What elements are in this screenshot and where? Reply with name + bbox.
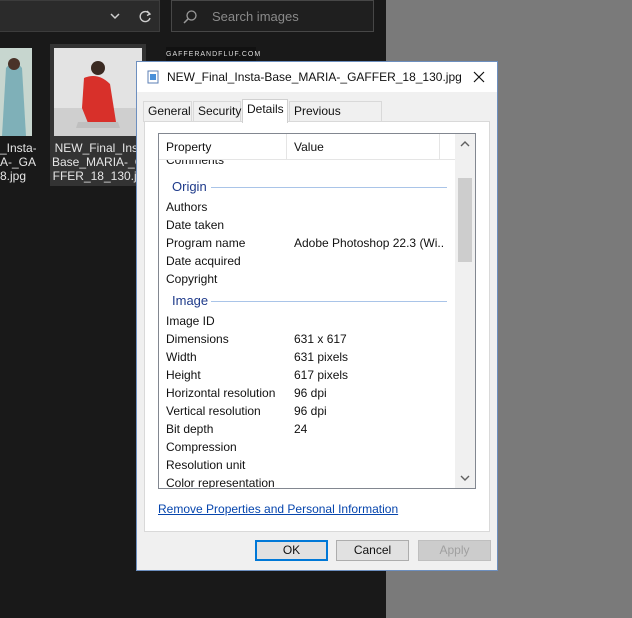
property-name: Date taken xyxy=(166,218,225,232)
chevron-down-icon[interactable] xyxy=(108,9,122,23)
dialog-title: NEW_Final_Insta-Base_MARIA-_GAFFER_18_13… xyxy=(167,70,465,84)
refresh-icon[interactable] xyxy=(137,9,153,25)
property-value: Adobe Photoshop 22.3 (Wi... xyxy=(294,236,444,250)
property-name: Color representation xyxy=(166,476,275,488)
property-name: Width xyxy=(166,350,197,364)
tab-general[interactable]: General xyxy=(143,101,192,122)
list-item[interactable]: Compression xyxy=(159,438,455,456)
list-item[interactable]: Color representation xyxy=(159,474,455,488)
list-item[interactable]: Comments xyxy=(159,160,455,169)
list-item[interactable]: Width 631 pixels xyxy=(159,348,455,366)
apply-button[interactable]: Apply xyxy=(418,540,491,561)
close-button[interactable] xyxy=(461,62,497,92)
search-icon xyxy=(183,10,197,24)
property-value: 24 xyxy=(294,422,308,436)
scroll-down-icon[interactable] xyxy=(460,474,470,482)
list-item[interactable]: Authors xyxy=(159,198,455,216)
thumbnail-image xyxy=(0,48,32,136)
image-thumbnail[interactable] xyxy=(54,48,142,136)
group-name: Origin xyxy=(172,179,207,194)
list-item[interactable]: Height 617 pixels xyxy=(159,366,455,384)
image-file-icon xyxy=(147,70,159,84)
address-bar[interactable] xyxy=(0,0,160,32)
search-placeholder: Search images xyxy=(212,9,299,24)
column-header-value[interactable]: Value xyxy=(287,134,440,160)
scrollbar-thumb[interactable] xyxy=(458,178,472,262)
list-item[interactable]: Horizontal resolution 96 dpi xyxy=(159,384,455,402)
thumbnail-label[interactable]: _Insta- A-_GA 8.jpg xyxy=(0,141,36,183)
list-item[interactable]: Date taken xyxy=(159,216,455,234)
list-item[interactable]: Vertical resolution 96 dpi xyxy=(159,402,455,420)
title-bar[interactable]: NEW_Final_Insta-Base_MARIA-_GAFFER_18_13… xyxy=(137,62,497,92)
list-item[interactable]: Copyright xyxy=(159,270,455,288)
thumbnail-label[interactable]: NEW_Final_Inst Base_MARIA-_G FFER_18_130… xyxy=(52,141,144,183)
property-name: Comments xyxy=(166,160,225,167)
property-name: Authors xyxy=(166,200,208,214)
property-value: 631 x 617 xyxy=(294,332,347,346)
list-item[interactable]: Program name Adobe Photoshop 22.3 (Wi... xyxy=(159,234,455,252)
property-name: Dimensions xyxy=(166,332,229,346)
column-header-property[interactable]: Property xyxy=(159,134,287,160)
list-item[interactable]: Dimensions 631 x 617 xyxy=(159,330,455,348)
group-header-origin: Origin xyxy=(159,178,455,196)
thumbnail-image xyxy=(54,48,142,136)
property-name: Vertical resolution xyxy=(166,404,261,418)
search-box[interactable]: Search images xyxy=(171,0,374,32)
list-body: Comments Origin Authors Date taken Progr… xyxy=(159,160,455,488)
property-name: Image ID xyxy=(166,314,215,328)
tab-previous-versions[interactable]: Previous Versions xyxy=(289,101,382,137)
property-value: 631 pixels xyxy=(294,350,349,364)
remove-properties-link[interactable]: Remove Properties and Personal Informati… xyxy=(158,502,398,516)
cancel-button[interactable]: Cancel xyxy=(336,540,409,561)
property-name: Height xyxy=(166,368,201,382)
image-thumbnail[interactable] xyxy=(0,48,32,136)
close-icon xyxy=(473,71,485,83)
property-name: Horizontal resolution xyxy=(166,386,276,400)
ok-button[interactable]: OK xyxy=(255,540,328,561)
property-value: 96 dpi xyxy=(294,386,327,400)
property-name: Resolution unit xyxy=(166,458,246,472)
group-divider xyxy=(211,301,447,302)
details-panel: Property Value Comments Origin Authors D… xyxy=(144,121,490,532)
properties-dialog: NEW_Final_Insta-Base_MARIA-_GAFFER_18_13… xyxy=(136,61,498,571)
group-name: Image xyxy=(172,293,209,308)
group-divider xyxy=(211,187,447,188)
property-name: Copyright xyxy=(166,272,218,286)
property-value: 96 dpi xyxy=(294,404,327,418)
list-item[interactable]: Bit depth 24 xyxy=(159,420,455,438)
list-item[interactable]: Resolution unit xyxy=(159,456,455,474)
list-item[interactable]: Date acquired xyxy=(159,252,455,270)
property-value: 617 pixels xyxy=(294,368,349,382)
tab-security[interactable]: Security xyxy=(193,101,241,122)
scroll-up-icon[interactable] xyxy=(460,140,470,148)
vertical-scrollbar[interactable] xyxy=(455,134,475,488)
list-header: Property Value xyxy=(159,134,455,160)
property-name: Bit depth xyxy=(166,422,214,436)
list-item[interactable]: Image ID xyxy=(159,312,455,330)
property-name: Program name xyxy=(166,236,246,250)
property-name: Date acquired xyxy=(166,254,241,268)
tab-details[interactable]: Details xyxy=(242,99,288,123)
property-list[interactable]: Property Value Comments Origin Authors D… xyxy=(158,133,476,489)
property-name: Compression xyxy=(166,440,237,454)
group-header-image: Image xyxy=(159,292,455,310)
